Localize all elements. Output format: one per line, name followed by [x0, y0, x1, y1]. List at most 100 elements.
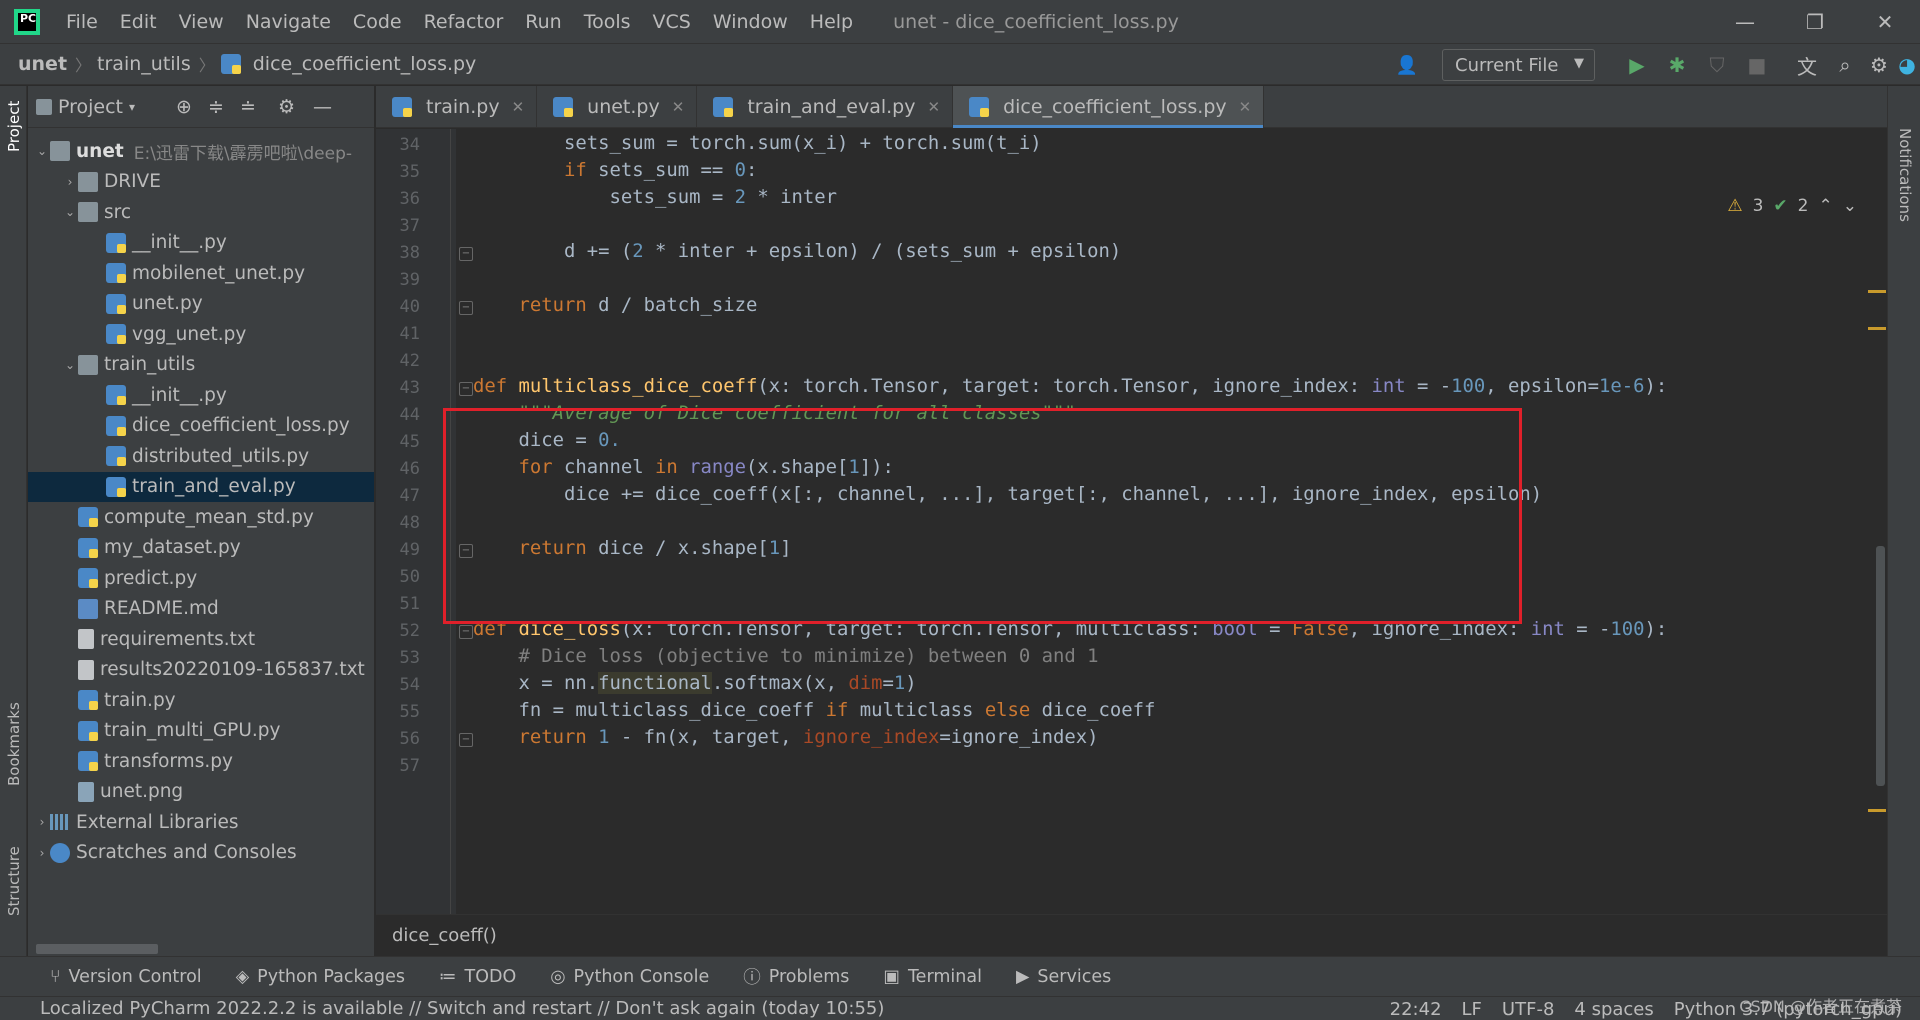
chevron-down-icon[interactable]: ⌄	[34, 144, 50, 158]
code-breadcrumb[interactable]: dice_coeff()	[392, 925, 497, 946]
tree-item[interactable]: compute_mean_std.py	[28, 502, 374, 532]
menu-refactor[interactable]: Refactor	[424, 11, 504, 33]
menu-window[interactable]: Window	[713, 11, 788, 33]
tree-item[interactable]: unet.py	[28, 289, 374, 319]
menu-help[interactable]: Help	[810, 11, 853, 33]
editor-tab[interactable]: dice_coefficient_loss.py ✕	[953, 86, 1265, 128]
file-encoding[interactable]: UTF-8	[1502, 999, 1554, 1020]
menu-code[interactable]: Code	[353, 11, 402, 33]
close-icon[interactable]: ✕	[512, 98, 525, 116]
jetbrains-toolbox-icon[interactable]: ◕	[1894, 52, 1920, 78]
code-line[interactable]: return d / batch_size	[473, 294, 758, 316]
tool-window-version-control[interactable]: ⑂ Version Control	[50, 967, 202, 987]
code-line[interactable]: sets_sum = torch.sum(x_i) + torch.sum(t_…	[473, 132, 1042, 154]
chevron-down-icon[interactable]: ▾	[129, 100, 135, 114]
tree-item[interactable]: requirements.txt	[28, 624, 374, 654]
coverage-icon[interactable]: ⛉	[1704, 52, 1730, 78]
tree-item[interactable]: distributed_utils.py	[28, 441, 374, 471]
caret-position[interactable]: 22:42	[1390, 999, 1442, 1020]
minimize-button[interactable]: —	[1710, 0, 1780, 43]
tree-item[interactable]: train.py	[28, 685, 374, 715]
breadcrumb-file[interactable]: dice_coefficient_loss.py	[220, 53, 476, 75]
collapse-all-icon[interactable]: ≐	[240, 96, 256, 118]
close-icon[interactable]: ✕	[927, 98, 940, 116]
tree-item[interactable]: mobilenet_unet.py	[28, 258, 374, 288]
vertical-scrollbar[interactable]	[1876, 546, 1885, 786]
code-line[interactable]: # Dice loss (objective to minimize) betw…	[473, 645, 1099, 667]
tree-item[interactable]: __init__.py	[28, 380, 374, 410]
code-line[interactable]: x = nn.functional.softmax(x, dim=1)	[473, 672, 917, 694]
editor-tab[interactable]: unet.py ✕	[537, 86, 698, 128]
tree-item[interactable]: › Scratches and Consoles	[28, 838, 374, 868]
horizontal-scrollbar[interactable]	[36, 944, 158, 954]
project-panel-title[interactable]: Project	[58, 96, 123, 118]
tree-item[interactable]: dice_coefficient_loss.py	[28, 411, 374, 441]
project-tool-tab[interactable]: Project	[5, 101, 23, 152]
breadcrumb-folder[interactable]: train_utils	[97, 53, 191, 75]
menu-edit[interactable]: Edit	[120, 11, 157, 33]
run-configuration-select[interactable]: Current File ▼	[1442, 49, 1595, 81]
hide-panel-icon[interactable]: —	[313, 96, 332, 118]
code-line[interactable]: if sets_sum == 0:	[473, 159, 757, 181]
close-icon[interactable]: ✕	[672, 98, 685, 116]
warning-marker[interactable]	[1868, 327, 1886, 330]
notifications-tool-tab[interactable]: Notifications	[1896, 128, 1914, 222]
chevron-right-icon[interactable]: ›	[34, 815, 50, 829]
fold-icon[interactable]: −	[459, 625, 473, 639]
editor-tab[interactable]: train_and_eval.py ✕	[697, 86, 954, 128]
editor-tab[interactable]: train.py ✕	[376, 86, 538, 128]
fold-icon[interactable]: −	[459, 733, 473, 747]
fold-icon[interactable]: −	[459, 247, 473, 261]
tree-item[interactable]: ⌄ unet E:\迅雷下载\霹雳吧啦\deep-	[28, 136, 374, 166]
fold-icon[interactable]: −	[459, 301, 473, 315]
restore-button[interactable]: ❐	[1780, 0, 1850, 43]
next-highlight-icon[interactable]: ⌄	[1843, 196, 1857, 216]
translate-icon[interactable]: 文	[1794, 52, 1820, 79]
code-line[interactable]: def multiclass_dice_coeff(x: torch.Tenso…	[473, 375, 1667, 397]
status-message[interactable]: Localized PyCharm 2022.2.2 is available …	[40, 998, 884, 1019]
tree-item[interactable]: __init__.py	[28, 228, 374, 258]
tree-item[interactable]: README.md	[28, 594, 374, 624]
bookmarks-tool-tab[interactable]: Bookmarks	[5, 702, 23, 786]
tool-window-services[interactable]: ▶ Services	[1016, 967, 1111, 987]
tool-window-python-console[interactable]: ◎ Python Console	[550, 967, 709, 987]
fold-icon[interactable]: −	[459, 382, 473, 396]
tree-item[interactable]: my_dataset.py	[28, 533, 374, 563]
tree-item[interactable]: › DRIVE	[28, 167, 374, 197]
tool-window-todo[interactable]: ≔ TODO	[439, 967, 516, 987]
chevron-down-icon[interactable]: ⌄	[62, 205, 78, 219]
tool-window-terminal[interactable]: ▣ Terminal	[883, 967, 982, 987]
code-line[interactable]: sets_sum = 2 * inter	[473, 186, 837, 208]
chevron-right-icon[interactable]: ›	[34, 846, 50, 860]
code-line[interactable]: d += (2 * inter + epsilon) / (sets_sum +…	[473, 240, 1121, 262]
menu-run[interactable]: Run	[525, 11, 561, 33]
menu-tools[interactable]: Tools	[584, 11, 631, 33]
tool-window-problems[interactable]: ⓘ Problems	[743, 964, 849, 989]
tree-item[interactable]: › External Libraries	[28, 807, 374, 837]
close-window-button[interactable]: ✕	[1850, 0, 1920, 43]
user-icon[interactable]: 👤	[1394, 52, 1420, 78]
run-icon[interactable]: ▶	[1624, 52, 1650, 78]
gear-icon[interactable]: ⚙	[278, 96, 295, 118]
gear-icon[interactable]: ⚙	[1866, 52, 1892, 78]
tree-item[interactable]: train_and_eval.py	[28, 471, 374, 502]
line-separator[interactable]: LF	[1462, 999, 1482, 1020]
structure-tool-tab[interactable]: Structure	[5, 846, 23, 916]
code-line[interactable]: return 1 - fn(x, target, ignore_index=ig…	[473, 726, 1099, 748]
expand-all-icon[interactable]: ≑	[208, 96, 224, 118]
tool-window-python-packages[interactable]: ◈ Python Packages	[236, 967, 405, 987]
tree-item[interactable]: train_multi_GPU.py	[28, 716, 374, 746]
tree-item[interactable]: predict.py	[28, 563, 374, 593]
stop-icon[interactable]: ■	[1744, 52, 1770, 78]
menu-file[interactable]: File	[66, 11, 98, 33]
chevron-down-icon[interactable]: ⌄	[62, 358, 78, 372]
warning-marker[interactable]	[1868, 809, 1886, 812]
code-line[interactable]: fn = multiclass_dice_coeff if multiclass…	[473, 699, 1155, 721]
chevron-right-icon[interactable]: ›	[62, 175, 78, 189]
tree-item[interactable]: vgg_unet.py	[28, 319, 374, 349]
indent-setting[interactable]: 4 spaces	[1574, 999, 1653, 1020]
tree-item[interactable]: ⌄ train_utils	[28, 350, 374, 380]
debug-icon[interactable]: ✱	[1664, 52, 1690, 78]
menu-view[interactable]: View	[179, 11, 224, 33]
breadcrumb-project[interactable]: unet	[18, 53, 67, 75]
